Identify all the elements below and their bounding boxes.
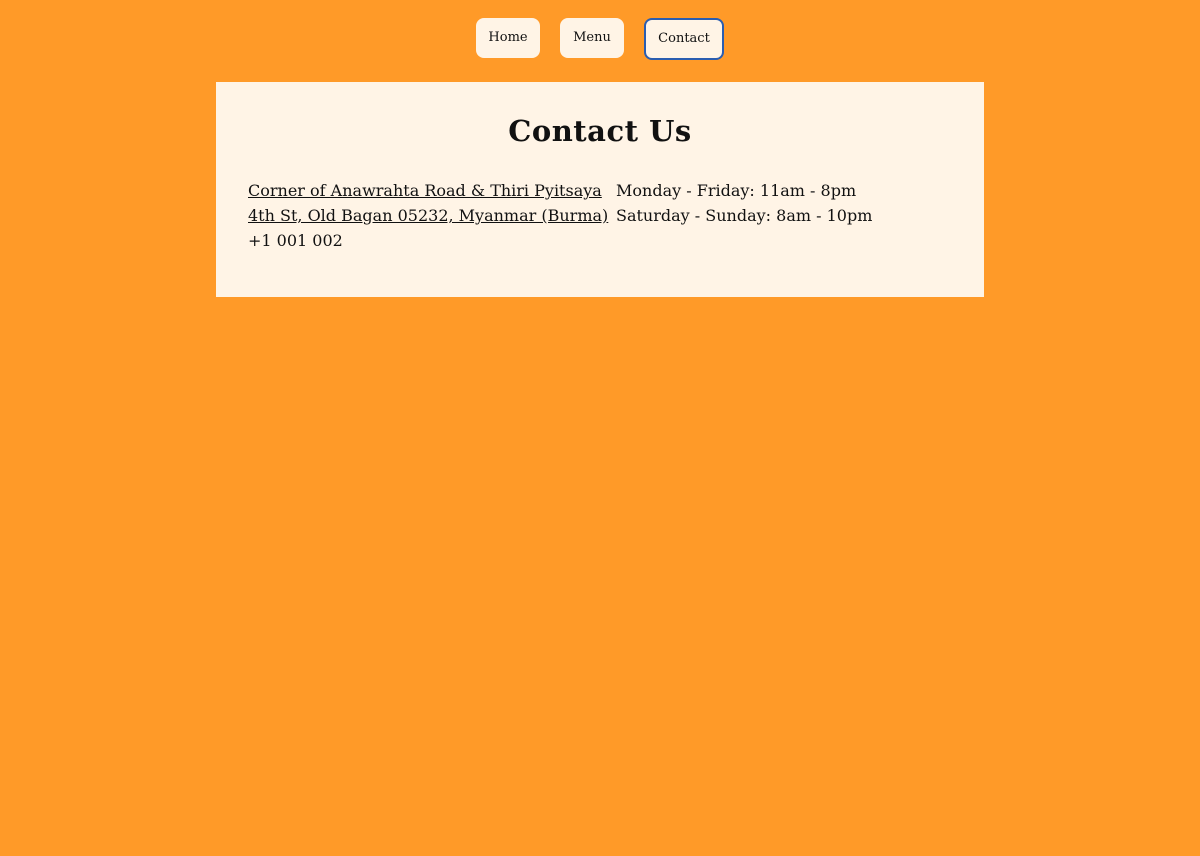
hours-weekdays: Monday - Friday: 11am - 8pm [616,181,857,200]
hours-weekend: Saturday - Sunday: 8am - 10pm [616,206,873,225]
page-title: Contact Us [508,114,692,148]
nav-menu-button[interactable]: Menu [560,18,624,58]
opening-hours: Monday - Friday: 11am - 8pm Saturday - S… [616,178,872,228]
top-navigation: Home Menu Contact [0,18,1200,62]
phone-number: +1 001 002 [248,231,343,250]
address-line-2-link[interactable]: 4th St, Old Bagan 05232, Myanmar (Burma) [248,203,608,228]
address-block: Corner of Anawrahta Road & Thiri Pyitsay… [248,178,608,253]
contact-card: Contact Us Corner of Anawrahta Road & Th… [216,82,984,297]
nav-home-button[interactable]: Home [476,18,540,58]
address-line-1-link[interactable]: Corner of Anawrahta Road & Thiri Pyitsay… [248,178,608,203]
nav-contact-button[interactable]: Contact [644,18,724,60]
